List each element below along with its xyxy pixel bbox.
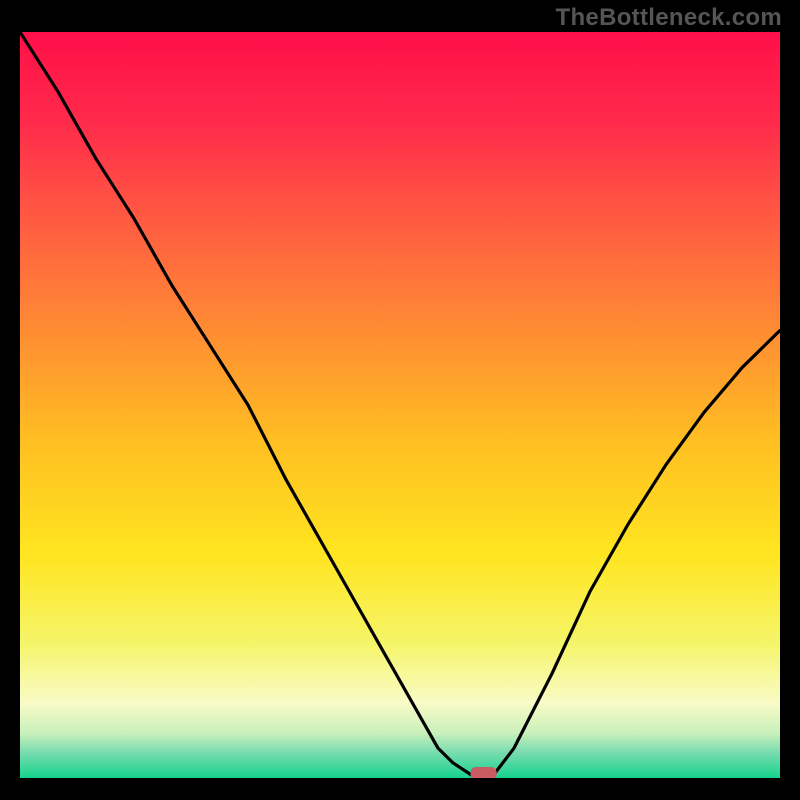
gradient-rect xyxy=(20,32,780,778)
chart-svg xyxy=(20,32,780,778)
plot-area xyxy=(20,32,780,780)
watermark-label: TheBottleneck.com xyxy=(556,4,782,32)
chart-frame: TheBottleneck.com xyxy=(0,0,800,800)
optimal-point-marker xyxy=(471,767,497,778)
